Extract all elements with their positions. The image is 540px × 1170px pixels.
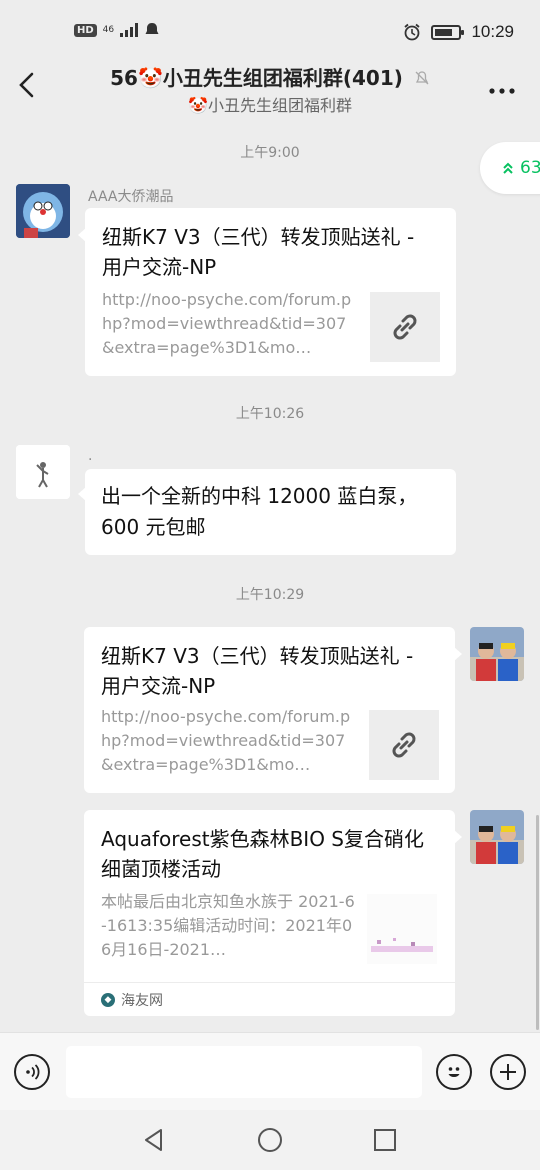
card-description: http://noo-psyche.com/forum.php?mod=view… bbox=[102, 290, 352, 357]
text-message[interactable]: 出一个全新的中科 12000 蓝白泵，600 元包邮 bbox=[78, 469, 456, 555]
link-icon bbox=[370, 292, 440, 362]
square-recents-icon[interactable] bbox=[371, 1126, 399, 1154]
circle-home-icon[interactable] bbox=[256, 1126, 284, 1154]
voice-icon[interactable] bbox=[14, 1054, 50, 1090]
bell-off-icon bbox=[414, 71, 430, 89]
article-thumbnail bbox=[367, 894, 437, 964]
scrollbar[interactable] bbox=[536, 815, 539, 1030]
sender-name: AAA大侨潮品 bbox=[88, 189, 174, 205]
chat-title: 56🤡小丑先生组团福利群(401) bbox=[80, 62, 460, 91]
card-source: ◆ 海友网 bbox=[84, 982, 455, 1016]
chat-header: 56🤡小丑先生组团福利群(401) 🤡小丑先生组团福利群 bbox=[0, 56, 540, 120]
status-bar: HD 46 10:29 bbox=[0, 0, 540, 62]
avatar[interactable] bbox=[16, 445, 70, 499]
sender-name: . bbox=[88, 448, 93, 464]
system-nav-bar bbox=[0, 1110, 540, 1170]
battery-icon bbox=[431, 24, 465, 40]
network-type: 46 bbox=[102, 24, 115, 35]
avatar[interactable] bbox=[470, 810, 524, 864]
chat-subtitle: 🤡小丑先生组团福利群 bbox=[188, 96, 352, 115]
source-logo-icon: ◆ bbox=[101, 992, 115, 1007]
source-name: 海友网 bbox=[121, 992, 163, 1009]
chat-app-icon bbox=[145, 23, 159, 34]
timestamp: 上午9:00 bbox=[240, 145, 300, 161]
alarm-icon bbox=[404, 23, 421, 41]
card-description: http://noo-psyche.com/forum.php?mod=view… bbox=[101, 707, 351, 774]
message-input[interactable] bbox=[66, 1046, 422, 1098]
link-icon bbox=[369, 710, 439, 780]
hd-badge: HD bbox=[74, 23, 97, 37]
chat-title-text: 56🤡小丑先生组团福利群(401) bbox=[110, 66, 403, 90]
double-chevron-up-icon bbox=[503, 162, 513, 174]
article-card[interactable]: Aquaforest紫色森林BIO S复合硝化细菌顶楼活动 本帖最后由北京知鱼水… bbox=[84, 810, 462, 1016]
link-card[interactable]: 纽斯K7 V3（三代）转发顶贴送礼 - 用户交流-NP http://noo-p… bbox=[84, 627, 462, 793]
signal-icon bbox=[120, 23, 139, 37]
card-title: Aquaforest紫色森林BIO S复合硝化细菌顶楼活动 bbox=[101, 827, 424, 881]
avatar[interactable] bbox=[16, 184, 70, 238]
triangle-back-icon[interactable] bbox=[140, 1126, 168, 1154]
chevron-left-icon[interactable] bbox=[16, 70, 40, 100]
card-title: 纽斯K7 V3（三代）转发顶贴送礼 - 用户交流-NP bbox=[101, 644, 414, 698]
plus-icon[interactable] bbox=[490, 1054, 526, 1090]
input-bar bbox=[0, 1032, 540, 1110]
timestamp: 上午10:29 bbox=[235, 587, 305, 603]
avatar[interactable] bbox=[470, 627, 524, 681]
card-title: 纽斯K7 V3（三代）转发顶贴送礼 - 用户交流-NP bbox=[102, 225, 415, 279]
clock: 10:29 bbox=[471, 22, 514, 41]
link-card[interactable]: 纽斯K7 V3（三代）转发顶贴送礼 - 用户交流-NP http://noo-p… bbox=[78, 208, 456, 376]
card-description: 本帖最后由北京知鱼水族于 2021-6-1613:35编辑活动时间：2021年0… bbox=[101, 892, 355, 959]
timestamp: 上午10:26 bbox=[235, 406, 305, 422]
more-dots-icon[interactable] bbox=[488, 72, 516, 102]
emoji-icon[interactable] bbox=[436, 1054, 472, 1090]
